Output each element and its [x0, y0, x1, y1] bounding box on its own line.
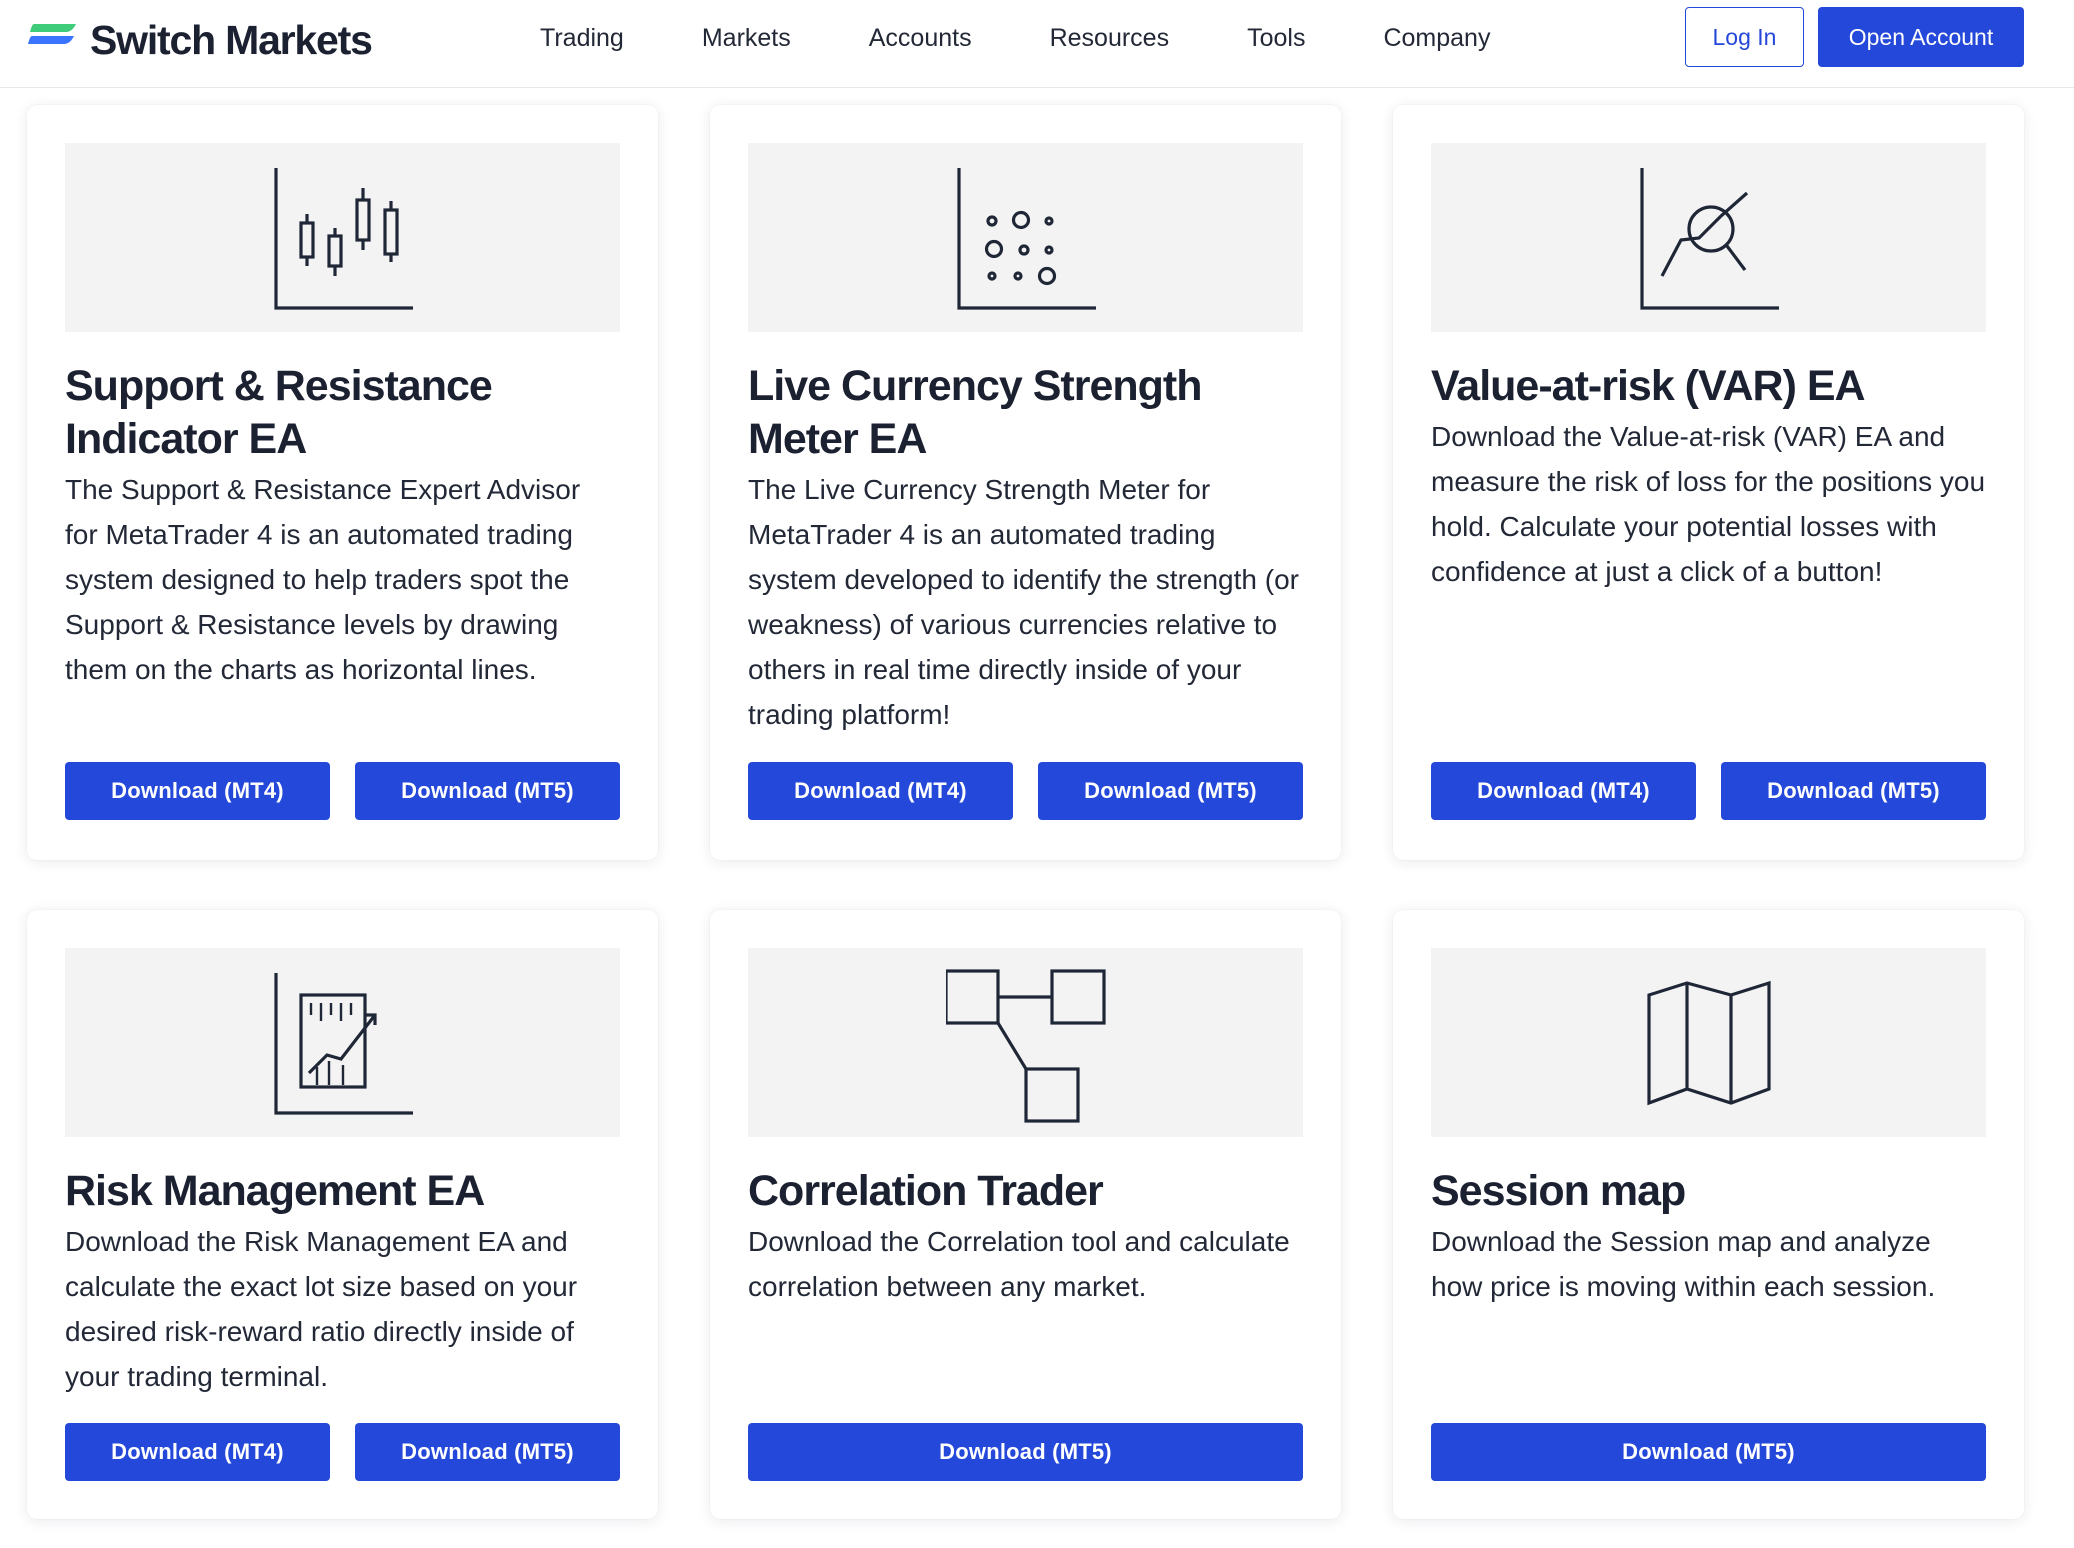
tool-card-support-resistance: Support & Resistance Indicator EA The Su… — [27, 105, 658, 860]
card-illustration — [65, 948, 620, 1137]
card-buttons: Download (MT4) Download (MT5) — [65, 1423, 620, 1481]
download-mt5-button[interactable]: Download (MT5) — [355, 1423, 620, 1481]
download-mt5-button[interactable]: Download (MT5) — [1721, 762, 1986, 820]
switch-logo-icon — [28, 24, 76, 44]
download-mt5-button[interactable]: Download (MT5) — [1038, 762, 1303, 820]
card-buttons: Download (MT5) — [748, 1423, 1303, 1481]
nav-item-tools[interactable]: Tools — [1247, 24, 1305, 53]
folded-map-icon — [1646, 980, 1771, 1105]
card-title: Correlation Trader — [748, 1167, 1104, 1215]
nav-item-trading[interactable]: Trading — [540, 24, 624, 53]
card-illustration — [748, 948, 1303, 1137]
download-mt5-button[interactable]: Download (MT5) — [355, 762, 620, 820]
download-mt4-button[interactable]: Download (MT4) — [65, 762, 330, 820]
card-description: Download the Correlation tool and calcul… — [748, 1226, 1290, 1302]
card-illustration — [748, 143, 1303, 332]
tool-card-session-map: Session map Download the Session map and… — [1393, 910, 2024, 1519]
card-title: Support & Resistance Indicator EA — [65, 362, 493, 463]
nav-item-markets[interactable]: Markets — [702, 24, 791, 53]
growth-report-icon — [273, 972, 413, 1115]
login-button[interactable]: Log In — [1685, 7, 1804, 67]
card-illustration — [1431, 143, 1986, 332]
card-title: Risk Management EA — [65, 1167, 485, 1215]
tool-card-correlation-trader: Correlation Trader Download the Correlat… — [710, 910, 1341, 1519]
scatter-plot-icon — [956, 167, 1096, 310]
nav-item-company[interactable]: Company — [1383, 24, 1490, 53]
card-title: Live Currency Strength Meter EA — [748, 362, 1203, 463]
card-buttons: Download (MT5) — [1431, 1423, 1986, 1481]
card-description: The Support & Resistance Expert Advisor … — [65, 474, 581, 685]
card-title: Session map — [1431, 1167, 1686, 1215]
card-buttons: Download (MT4) Download (MT5) — [748, 762, 1303, 820]
tool-card-value-at-risk: Value-at-risk (VAR) EA Download the Valu… — [1393, 105, 2024, 860]
open-account-button[interactable]: Open Account — [1818, 7, 2024, 67]
tool-card-currency-strength: Live Currency Strength Meter EA The Live… — [710, 105, 1341, 860]
nav-item-resources[interactable]: Resources — [1050, 24, 1170, 53]
main-nav: Trading Markets Accounts Resources Tools… — [540, 0, 1568, 76]
card-illustration — [65, 143, 620, 332]
connected-boxes-icon — [945, 968, 1106, 1123]
card-description: Download the Session map and analyze how… — [1431, 1226, 1936, 1302]
card-title: Value-at-risk (VAR) EA — [1431, 362, 1866, 410]
card-description: Download the Value-at-risk (VAR) EA and … — [1431, 421, 1986, 587]
download-mt4-button[interactable]: Download (MT4) — [748, 762, 1013, 820]
site-header: Switch Markets Trading Markets Accounts … — [0, 0, 2074, 88]
download-mt4-button[interactable]: Download (MT4) — [65, 1423, 330, 1481]
tool-card-risk-management: Risk Management EA Download the Risk Man… — [27, 910, 658, 1519]
card-description: Download the Risk Management EA and calc… — [65, 1226, 578, 1392]
chart-magnifier-icon — [1639, 167, 1779, 310]
card-buttons: Download (MT4) Download (MT5) — [1431, 762, 1986, 820]
download-mt4-button[interactable]: Download (MT4) — [1431, 762, 1696, 820]
candlestick-chart-icon — [273, 167, 413, 310]
download-mt5-button[interactable]: Download (MT5) — [1431, 1423, 1986, 1481]
card-description: The Live Currency Strength Meter for Met… — [748, 474, 1299, 730]
card-illustration — [1431, 948, 1986, 1137]
download-mt5-button[interactable]: Download (MT5) — [748, 1423, 1303, 1481]
card-buttons: Download (MT4) Download (MT5) — [65, 762, 620, 820]
brand-name: Switch Markets — [90, 16, 373, 63]
brand-logo[interactable]: Switch Markets — [26, 14, 373, 66]
nav-item-accounts[interactable]: Accounts — [869, 24, 972, 53]
